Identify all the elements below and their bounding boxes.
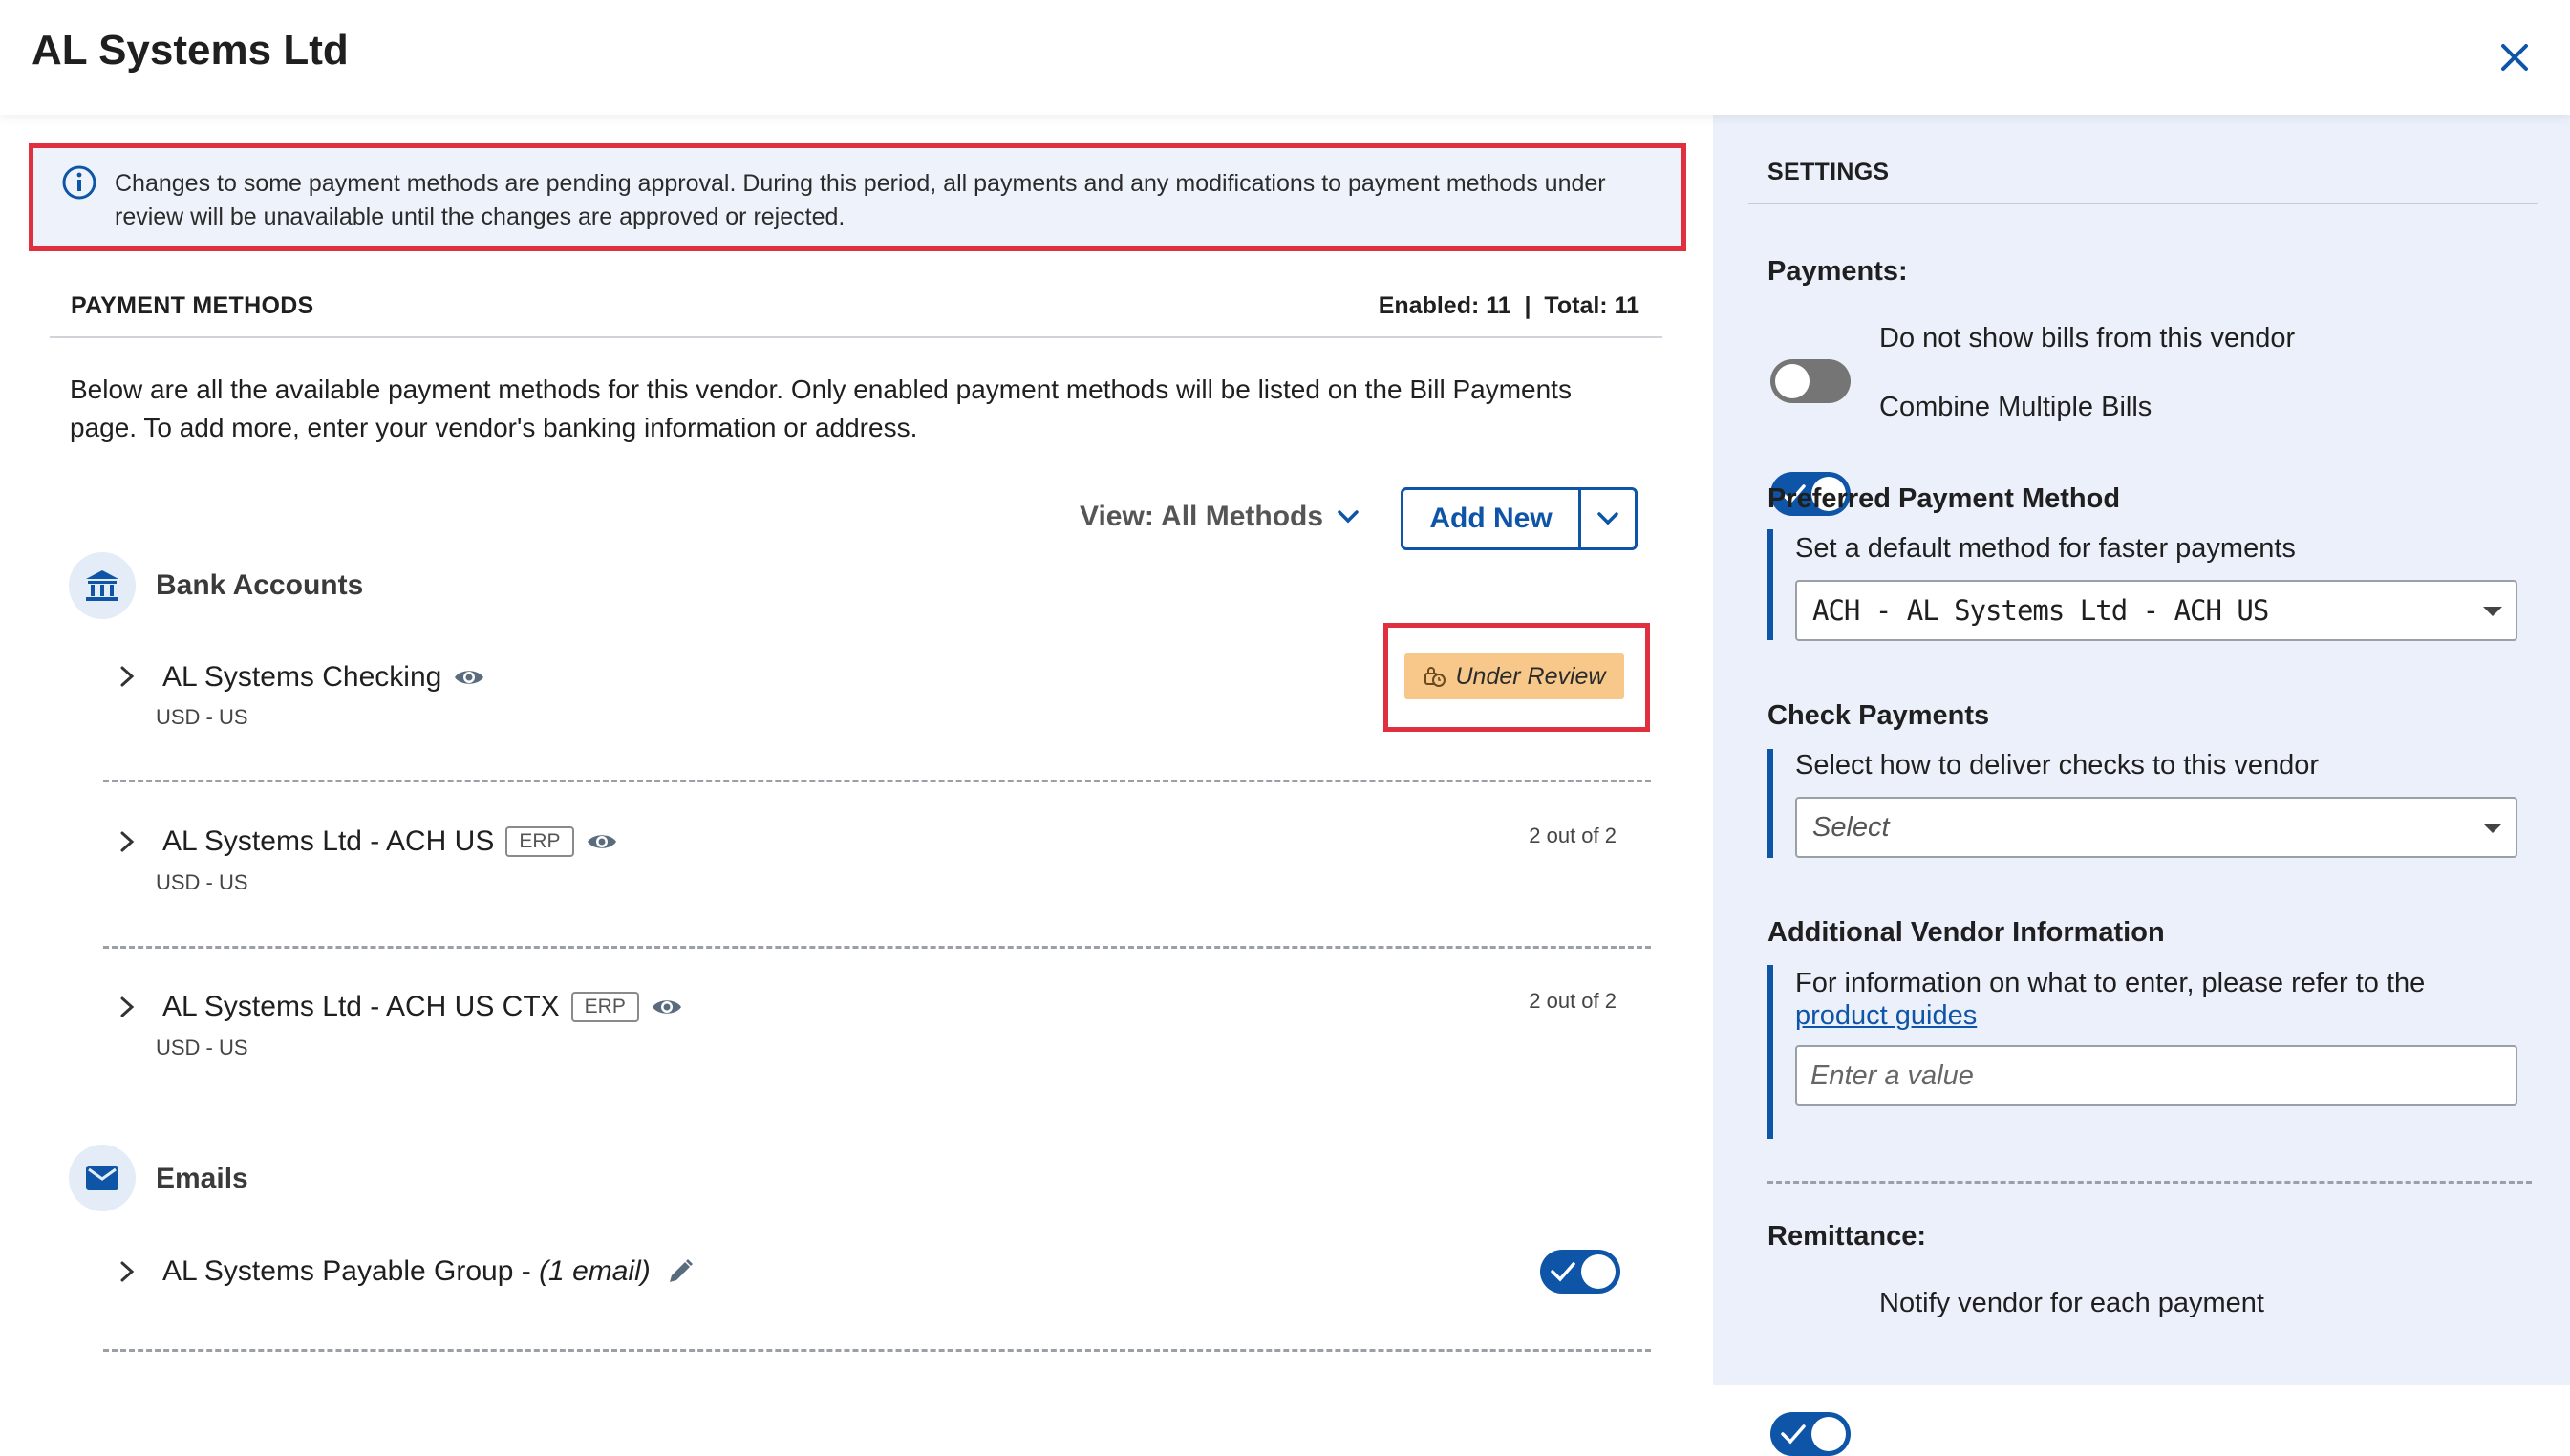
payment-methods-title: PAYMENT METHODS: [71, 292, 314, 319]
email-enabled-toggle[interactable]: [1540, 1250, 1620, 1294]
check-icon: [1781, 1424, 1806, 1445]
row-divider: [103, 946, 1651, 949]
check-payments-text: Select how to deliver checks to this ven…: [1795, 750, 2320, 781]
dialog-header: AL Systems Ltd: [0, 0, 2570, 115]
erp-tag: ERP: [570, 992, 639, 1022]
additional-info-heading: Additional Vendor Information: [1767, 917, 2165, 948]
bank-row-name: AL Systems Checking: [162, 661, 485, 694]
section-bar: [1767, 749, 1773, 858]
mail-icon: [86, 1166, 118, 1190]
toggle-knob: [1581, 1254, 1616, 1289]
eye-icon[interactable]: [586, 830, 618, 853]
erp-tag: ERP: [505, 826, 574, 857]
section-bar: [1767, 965, 1773, 1139]
section-bar: [1767, 529, 1773, 640]
payment-methods-description: Below are all the available payment meth…: [70, 375, 1572, 442]
additional-info-input[interactable]: [1795, 1045, 2517, 1106]
chevron-right-icon[interactable]: [113, 827, 141, 856]
row-divider: [103, 1349, 1651, 1352]
pencil-icon[interactable]: [666, 1257, 695, 1286]
bank-row-name: AL Systems Ltd - ACH US CTX ERP: [162, 991, 683, 1023]
bank-group-icon-wrap: [69, 552, 136, 619]
view-methods-label: View: All Methods: [1080, 501, 1324, 532]
payment-method-name: AL Systems Checking: [162, 661, 442, 693]
add-new-split-button: Add New: [1401, 487, 1638, 550]
do-not-show-bills-toggle[interactable]: [1770, 359, 1851, 403]
payment-method-name: AL Systems Ltd - ACH US: [162, 825, 495, 857]
under-review-text: Under Review: [1455, 662, 1606, 690]
check-payments-heading: Check Payments: [1767, 700, 1990, 731]
payment-method-name: AL Systems Ltd - ACH US CTX: [162, 991, 560, 1022]
email-count: (1 email): [539, 1255, 651, 1287]
eye-icon[interactable]: [453, 666, 485, 689]
settings-divider-dashed: [1767, 1181, 2532, 1184]
caret-down-icon: [2483, 824, 2502, 833]
preferred-method-value: ACH - AL Systems Ltd - ACH US: [1812, 594, 2269, 627]
row-divider: [103, 780, 1651, 782]
notice-text: Changes to some payment methods are pend…: [115, 170, 1606, 230]
email-group-icon-wrap: [69, 1145, 136, 1211]
eye-icon[interactable]: [651, 996, 683, 1018]
clock-lock-icon: [1424, 667, 1446, 687]
pending-approval-notice: Changes to some payment methods are pend…: [29, 143, 1686, 251]
chevron-right-icon[interactable]: [113, 662, 141, 691]
preferred-method-select[interactable]: ACH - AL Systems Ltd - ACH US: [1795, 580, 2517, 641]
chevron-down-icon: [1597, 512, 1618, 525]
chevron-right-icon[interactable]: [113, 1257, 141, 1286]
notify-vendor-label: Notify vendor for each payment: [1879, 1288, 2264, 1318]
close-button[interactable]: [2492, 34, 2538, 80]
close-icon: [2501, 44, 2528, 71]
toggle-knob: [1811, 1417, 1846, 1451]
product-guides-link[interactable]: product guides: [1795, 1000, 1977, 1031]
payment-method-currency: USD - US: [156, 870, 248, 894]
check-delivery-select[interactable]: Select: [1795, 797, 2517, 858]
check-delivery-placeholder: Select: [1812, 811, 1890, 843]
additional-info-description: For information on what to enter, please…: [1795, 968, 2426, 998]
check-icon: [1551, 1262, 1575, 1282]
combine-bills-label: Combine Multiple Bills: [1879, 392, 2152, 422]
email-row-name: AL Systems Payable Group - (1 email): [162, 1255, 695, 1288]
bank-icon: [86, 570, 118, 601]
payment-method-currency: USD - US: [156, 1036, 248, 1060]
caret-down-icon: [2483, 607, 2502, 616]
emails-label: Emails: [156, 1163, 248, 1194]
notify-vendor-toggle[interactable]: [1770, 1412, 1851, 1456]
bank-row-name: AL Systems Ltd - ACH US ERP: [162, 825, 618, 858]
preferred-method-heading: Preferred Payment Method: [1767, 483, 2121, 514]
payments-heading: Payments:: [1767, 256, 1908, 287]
do-not-show-bills-label: Do not show bills from this vendor: [1879, 323, 2296, 353]
remittance-heading: Remittance:: [1767, 1221, 1926, 1252]
add-new-button[interactable]: Add New: [1403, 490, 1581, 547]
enabled-count: 2 out of 2: [1529, 989, 1617, 1013]
page-title: AL Systems Ltd: [32, 27, 349, 74]
payment-method-currency: USD - US: [156, 705, 248, 729]
add-new-menu-button[interactable]: [1581, 490, 1635, 547]
settings-title: SETTINGS: [1767, 159, 1890, 185]
chevron-down-icon: [1338, 510, 1359, 524]
under-review-badge: Under Review: [1404, 653, 1624, 699]
bank-accounts-label: Bank Accounts: [156, 569, 364, 601]
additional-info-text: For information on what to enter, please…: [1795, 967, 2521, 1032]
divider: [1748, 203, 2538, 204]
preferred-method-text: Set a default method for faster payments: [1795, 533, 2296, 564]
enabled-count: 2 out of 2: [1529, 824, 1617, 847]
payment-methods-counts: Enabled: 11 | Total: 11: [1378, 292, 1639, 319]
view-methods-dropdown[interactable]: View: All Methods: [1080, 501, 1360, 533]
info-icon: [62, 165, 96, 200]
payment-method-name: AL Systems Payable Group -: [162, 1255, 540, 1287]
toggle-knob: [1775, 364, 1810, 398]
divider: [50, 336, 1662, 338]
chevron-right-icon[interactable]: [113, 993, 141, 1021]
